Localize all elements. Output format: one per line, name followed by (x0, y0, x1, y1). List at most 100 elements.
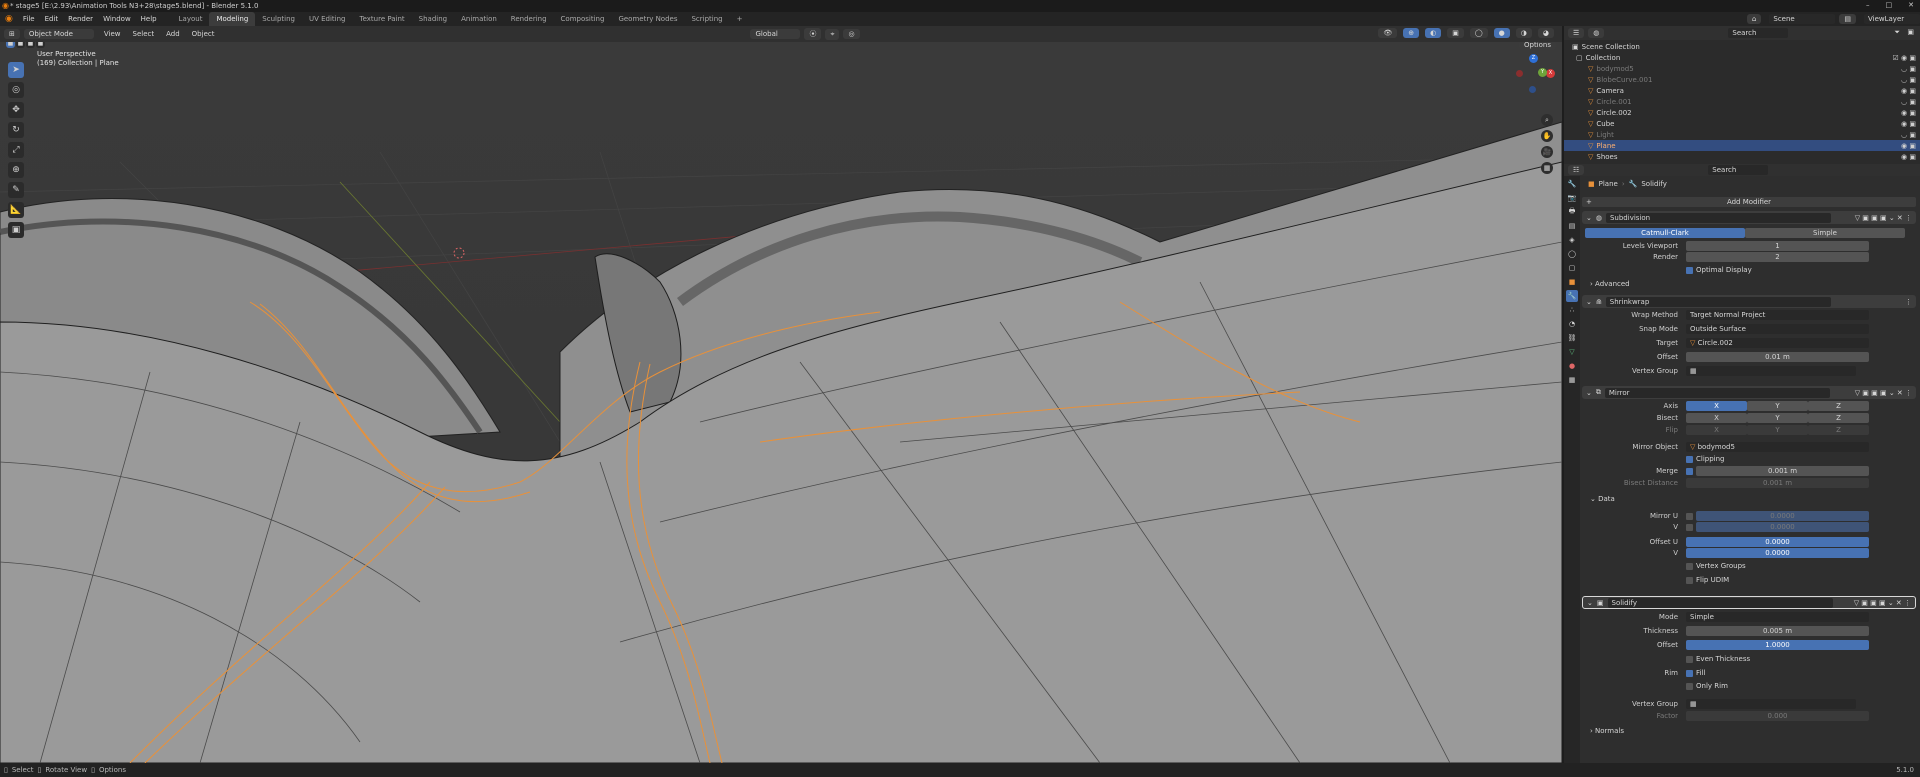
merge-checkbox[interactable] (1686, 468, 1693, 475)
annotate-icon[interactable]: ✎ (8, 182, 24, 198)
outliner-row-object[interactable]: ▽ Circle.001 ◡ ▣ (1564, 96, 1920, 107)
modifier-toggles[interactable]: ▽ ▣ ▣ ▣ ⌄ ✕ ⋮ (1855, 214, 1912, 222)
solidify-mode-dropdown[interactable]: Simple (1686, 612, 1869, 622)
material-shading-icon[interactable]: ◑ (1515, 28, 1532, 38)
outliner-row-scene-collection[interactable]: ▣ Scene Collection (1564, 41, 1920, 52)
menu-edit[interactable]: Edit (40, 12, 64, 26)
clipping-checkbox[interactable]: Clipping (1686, 455, 1725, 463)
menu-render[interactable]: Render (63, 12, 98, 26)
offset-v-field[interactable]: 0.0000 (1686, 548, 1869, 558)
tab-uv-editing[interactable]: UV Editing (302, 12, 353, 26)
mirror-modifier-header[interactable]: ⌄ ⧉ Mirror ▽ ▣ ▣ ▣ ⌄ ✕ ⋮ (1582, 386, 1916, 399)
eye-icon[interactable]: ◉ ▣ (1901, 120, 1916, 128)
overlay-toggle-icon[interactable]: ◐ (1425, 28, 1442, 38)
modifier-name-field[interactable]: Mirror (1604, 387, 1830, 398)
menu-help[interactable]: Help (136, 12, 162, 26)
wireframe-shading-icon[interactable]: ◯ (1469, 28, 1488, 38)
select-subtract-icon[interactable]: ■ (26, 42, 35, 48)
select-new-icon[interactable]: ■ (6, 42, 15, 48)
eye-icon[interactable]: ◡ ▣ (1901, 98, 1916, 106)
material-tab-icon[interactable]: ● (1566, 360, 1578, 372)
add-workspace-icon[interactable]: + (730, 12, 750, 26)
modifier-name-field[interactable]: Shrinkwrap (1605, 296, 1831, 307)
axis-y-toggle[interactable]: Y (1747, 401, 1808, 411)
bisect-x-toggle[interactable]: X (1686, 413, 1747, 423)
shrinkwrap-vertex-group-field[interactable]: ▦ (1686, 366, 1856, 376)
collapse-chevron-icon[interactable]: ⌄ (1586, 214, 1592, 222)
data-subpanel[interactable]: ⌄ Data (1590, 495, 1615, 503)
measure-icon[interactable]: 📐 (8, 202, 24, 218)
merge-distance-field[interactable]: 0.001 m (1696, 466, 1869, 476)
particles-tab-icon[interactable]: ∴ (1566, 304, 1578, 316)
simple-tab[interactable]: Simple (1745, 228, 1905, 238)
gizmo-neg-z[interactable] (1529, 86, 1536, 93)
tab-compositing[interactable]: Compositing (554, 12, 612, 26)
3d-viewport[interactable]: User Perspective (169) Collection | Plan… (0, 42, 1562, 763)
menu-select[interactable]: Select (127, 30, 161, 38)
modifier-name-field[interactable]: Subdivision (1605, 212, 1831, 223)
scene-icon[interactable]: ⌂ (1746, 14, 1762, 24)
outliner-editor-icon[interactable]: ☰ (1568, 28, 1585, 38)
camera-view-icon[interactable]: 🎥 (1541, 146, 1553, 158)
tool-tab-icon[interactable]: 🔧 (1566, 178, 1578, 190)
tab-geometry-nodes[interactable]: Geometry Nodes (611, 12, 684, 26)
levels-viewport-field[interactable]: 1 (1686, 241, 1869, 251)
physics-tab-icon[interactable]: ◔ (1566, 318, 1578, 330)
bisect-z-toggle[interactable]: Z (1808, 413, 1869, 423)
outliner-row-object[interactable]: ▽ Cube ◉ ▣ (1564, 118, 1920, 129)
eye-icon[interactable]: ◉ ▣ (1901, 109, 1916, 117)
rendered-shading-icon[interactable]: ◕ (1537, 28, 1554, 38)
object-mode-dropdown[interactable]: Object Mode (23, 29, 94, 39)
mirror-object-field[interactable]: ▽ bodymod5 (1686, 442, 1869, 452)
bisect-y-toggle[interactable]: Y (1747, 413, 1808, 423)
view-layer-selector[interactable]: ViewLayer (1864, 14, 1920, 24)
view-layer-icon[interactable]: ▤ (1839, 14, 1856, 24)
scale-icon[interactable]: ⤢ (8, 142, 24, 158)
outliner-row-object[interactable]: ▽ BlobeCurve.001 ◡ ▣ (1564, 74, 1920, 85)
object-tab-icon[interactable]: ■ (1566, 276, 1578, 288)
fill-checkbox[interactable]: Fill (1686, 669, 1705, 677)
factor-field[interactable]: 0.000 (1686, 711, 1869, 721)
collapse-chevron-icon[interactable]: ⌄ (1587, 599, 1593, 607)
eye-icon[interactable]: ◉ ▣ (1901, 142, 1916, 150)
collapse-chevron-icon[interactable]: ⌄ (1586, 389, 1592, 397)
outliner-row-object[interactable]: ▽ Camera ◉ ▣ (1564, 85, 1920, 96)
gizmo-neg-x[interactable] (1516, 70, 1523, 77)
perspective-toggle-icon[interactable]: ▦ (1541, 162, 1553, 174)
render-levels-field[interactable]: 2 (1686, 252, 1869, 262)
collection-tab-icon[interactable]: ▢ (1566, 262, 1578, 274)
filter-icon[interactable]: ⏷ (1894, 28, 1900, 37)
modifier-toggles[interactable]: ▽ ▣ ▣ ▣ ⌄ ✕ ⋮ (1855, 389, 1912, 397)
tab-scripting[interactable]: Scripting (684, 12, 729, 26)
gizmo-z-axis[interactable]: Z (1529, 54, 1538, 63)
pivot-icon[interactable]: ⦿ (804, 28, 822, 40)
menu-window[interactable]: Window (98, 12, 136, 26)
shrinkwrap-offset-field[interactable]: 0.01 m (1686, 352, 1869, 362)
gizmo-y-axis[interactable]: Y (1538, 68, 1547, 77)
tab-shading[interactable]: Shading (412, 12, 454, 26)
display-mode-icon[interactable]: ◍ (1588, 28, 1605, 38)
scene-selector[interactable]: Scene (1769, 14, 1836, 24)
visibility-icon[interactable]: 👁 (1378, 28, 1398, 38)
eye-icon[interactable]: ◡ ▣ (1901, 131, 1916, 139)
snap-icon[interactable]: ⌖ (825, 28, 840, 40)
zoom-icon[interactable]: ⌕ (1541, 114, 1553, 126)
texture-tab-icon[interactable]: ▦ (1566, 374, 1578, 386)
eye-icon[interactable]: ◉ ▣ (1901, 153, 1916, 161)
outliner-row-object[interactable]: ▽ Light ◡ ▣ (1564, 129, 1920, 140)
solidify-modifier-header[interactable]: ⌄ ▣ Solidify ▽ ▣ ▣ ▣ ⌄ ✕ ⋮ (1582, 596, 1916, 609)
options-button[interactable]: Options (1518, 42, 1556, 50)
tab-animation[interactable]: Animation (454, 12, 504, 26)
outliner-search-input[interactable]: Search (1728, 28, 1789, 38)
vertex-groups-checkbox[interactable]: Vertex Groups (1686, 562, 1746, 570)
modifier-toggles[interactable]: ⋮ (1905, 298, 1912, 306)
modifier-tab-icon[interactable]: 🔧 (1566, 290, 1578, 302)
normals-subpanel[interactable]: › Normals (1590, 727, 1624, 735)
mirror-u-checkbox[interactable] (1686, 513, 1693, 520)
pan-hand-icon[interactable]: ✋ (1541, 130, 1553, 142)
modifier-name-field[interactable]: Solidify (1607, 597, 1833, 608)
solidify-offset-field[interactable]: 1.0000 (1686, 640, 1869, 650)
add-cube-icon[interactable]: ▣ (8, 222, 24, 238)
blender-menu-icon[interactable]: ◉ (0, 14, 18, 24)
proportional-edit-icon[interactable]: ◎ (843, 29, 860, 39)
